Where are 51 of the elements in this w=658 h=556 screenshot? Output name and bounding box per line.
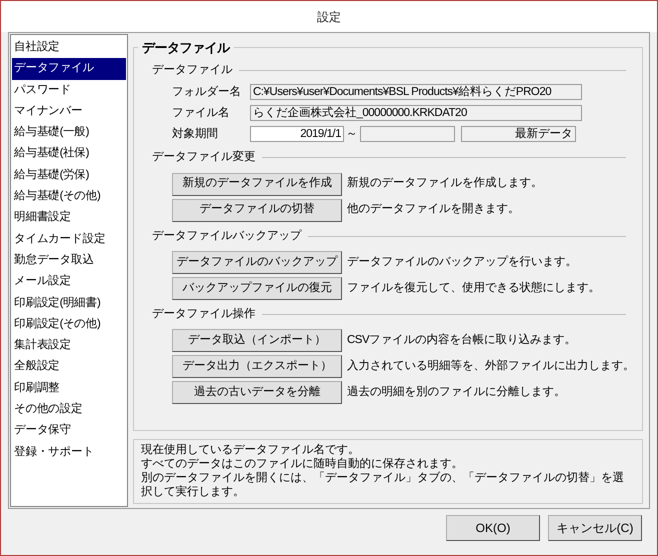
- text-field[interactable]: 最新データ: [460, 126, 576, 142]
- action-button[interactable]: バックアップファイルの復元: [172, 276, 342, 300]
- field-label: 対象期間: [172, 126, 219, 142]
- date-field[interactable]: [360, 126, 454, 142]
- ok-button[interactable]: OK(O): [446, 515, 540, 541]
- action-description: 入力されている明細等を、外部ファイルに出力します。: [347, 358, 634, 374]
- date-field[interactable]: 2019/1/1: [250, 126, 344, 142]
- action-button[interactable]: データファイルの切替: [172, 198, 342, 222]
- cancel-button[interactable]: キャンセル(C): [548, 515, 642, 541]
- section-heading: データファイル変更: [152, 149, 256, 166]
- action-description: 他のデータファイルを開きます。: [347, 202, 520, 218]
- sidebar-item[interactable]: 給与基礎(その他): [12, 186, 126, 208]
- window-title: 設定: [317, 8, 341, 26]
- sidebar-item[interactable]: 印刷設定(明細書): [12, 292, 126, 314]
- action-button[interactable]: データ取込（インポート）: [172, 329, 342, 352]
- sidebar-item[interactable]: その他の設定: [12, 399, 126, 420]
- action-description: データファイルのバックアップを行います。: [347, 254, 577, 270]
- sidebar-item[interactable]: 勤怠データ取込: [12, 250, 126, 272]
- sidebar-item[interactable]: 登録・サポート: [12, 442, 126, 463]
- sidebar-item[interactable]: 給与基礎(一般): [12, 122, 126, 144]
- action-description: ファイルを復元して、使用できる状態にします。: [347, 280, 600, 296]
- action-button[interactable]: 過去の古いデータを分離: [172, 381, 342, 404]
- sidebar-item[interactable]: データファイル: [12, 58, 126, 80]
- action-description: CSVファイルの内容を台帳に取り込みます。: [347, 332, 576, 348]
- action-description: 新規のデータファイルを作成します。: [347, 175, 542, 192]
- section-heading: データファイル: [152, 63, 232, 78]
- action-description: 過去の明細を別のファイルに分離します。: [347, 384, 566, 400]
- range-separator: ～: [345, 126, 358, 142]
- sidebar-item[interactable]: 全般設定: [12, 356, 126, 378]
- field-label: ファイル名: [172, 106, 230, 121]
- action-button[interactable]: 新規のデータファイルを作成: [172, 172, 342, 196]
- sidebar-item[interactable]: マイナンバー: [12, 100, 126, 122]
- sidebar-item[interactable]: 印刷設定(その他): [12, 314, 126, 336]
- sidebar-item[interactable]: タイムカード設定: [12, 228, 126, 250]
- sidebar-item[interactable]: 明細書設定: [12, 207, 126, 229]
- field-label: フォルダー名: [172, 84, 242, 100]
- sidebar-item[interactable]: 給与基礎(労保): [12, 164, 126, 186]
- text-field[interactable]: らくだ企画株式会社_00000000.KRKDAT20: [250, 105, 582, 122]
- sidebar-item[interactable]: パスワード: [12, 80, 126, 101]
- sidebar-item[interactable]: 給与基礎(社保): [12, 143, 126, 165]
- sidebar-item[interactable]: データ保守: [12, 420, 126, 442]
- section-heading: データファイル操作: [152, 306, 256, 322]
- sidebar-item[interactable]: メール設定: [12, 271, 126, 293]
- help-text: 現在使用しているデータファイル名です。 すべてのデータはこのファイルに随時自動的に保存されます。 別のデータファイルを開くには、「データファイル」タブの、「データファイルの切替」を選択して実行します。: [133, 439, 643, 504]
- sidebar-item[interactable]: 印刷調整: [12, 378, 126, 400]
- text-field[interactable]: C:¥Users¥user¥Documents¥BSL Products¥給料らくだPRO20: [250, 84, 582, 100]
- sidebar-item[interactable]: 自社設定: [12, 37, 126, 58]
- action-button[interactable]: データ出力（エクスポート）: [172, 355, 342, 378]
- action-button[interactable]: データファイルのバックアップ: [172, 250, 342, 274]
- sidebar-item[interactable]: 集計表設定: [12, 335, 126, 356]
- section-heading: データファイルバックアップ: [152, 228, 302, 244]
